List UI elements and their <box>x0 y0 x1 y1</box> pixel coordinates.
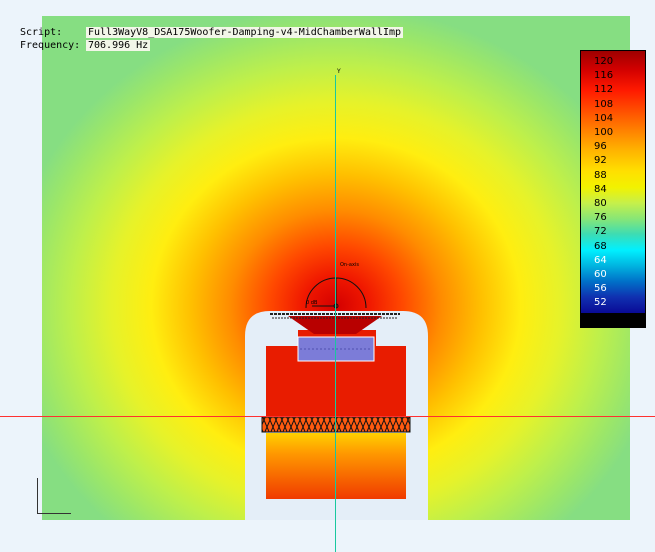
y-axis-label: Y <box>337 68 341 75</box>
simulation-header: Script: Full3WayV8_DSA175Woofer-Damping-v… <box>20 26 404 52</box>
colorbar-tick-label: 88 <box>594 169 607 181</box>
colorbar-tick-label: 68 <box>594 240 607 252</box>
frequency-label: Frequency: <box>20 40 81 51</box>
spl-color-legend: 120 116 112 108 104 100 96 92 88 84 80 76 72 68 64 60 56… <box>580 50 646 328</box>
colorbar-tick-label: 72 <box>594 226 607 238</box>
colorbar-tick-label: 112 <box>594 84 614 96</box>
colorbar-tick-label: 92 <box>594 155 607 167</box>
colorbar-tick-label: 100 <box>594 127 614 138</box>
colorbar-tick-label: 120 <box>594 56 614 67</box>
angle-label: 0 dB <box>306 300 318 306</box>
vertical-reference-axis <box>335 75 336 552</box>
colorbar-tick-label: 64 <box>594 254 607 266</box>
coordinate-triad-icon <box>33 478 77 518</box>
speaker-geometry <box>245 277 428 520</box>
colorbar-tick-label: 108 <box>594 98 614 110</box>
horizontal-reference-axis <box>0 416 655 417</box>
script-label: Script: <box>20 27 63 38</box>
colorbar-tick-label: 116 <box>594 70 614 82</box>
triad-x-axis <box>37 513 71 514</box>
colorbar-tick-label: 104 <box>594 112 614 124</box>
colorbar-tick-label: 80 <box>594 198 607 209</box>
frequency-value: 706.996 Hz <box>86 40 151 51</box>
frequency-row: Frequency: 706.996 Hz <box>20 39 403 52</box>
colorbar-tick-label: 52 <box>594 297 607 309</box>
colorbar-tick-label: 56 <box>594 283 607 295</box>
colorbar-tick-label: 76 <box>594 212 607 224</box>
script-value: Full3WayV8_DSA175Woofer-Damping-v4-MidCh… <box>86 27 404 38</box>
colorbar-tick-label: 84 <box>594 183 607 195</box>
on-axis-label: On-axis <box>340 262 359 268</box>
lower-chamber <box>266 433 406 499</box>
triad-y-axis <box>37 478 38 514</box>
script-row: Script: Full3WayV8_DSA175Woofer-Damping-v… <box>20 26 404 39</box>
colorbar-tick-label: 96 <box>594 141 607 153</box>
colorbar-tick-label: 60 <box>594 269 607 280</box>
damping-truss <box>261 416 411 433</box>
